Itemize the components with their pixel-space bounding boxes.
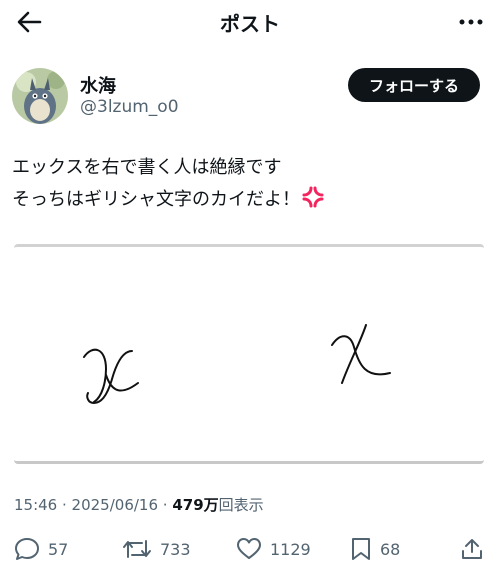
action-bar: 57 733 1129 68 — [0, 532, 500, 566]
heart-icon — [237, 538, 261, 559]
post-media-image[interactable] — [14, 244, 484, 464]
bookmark-icon — [352, 538, 370, 560]
greek-chi-glyph — [331, 324, 391, 384]
post-line-2-text: そっちはギリシャ文字のカイだよ！ — [12, 189, 300, 210]
bookmark-button[interactable]: 68 — [350, 532, 400, 566]
reply-count: 57 — [48, 539, 69, 559]
reply-button[interactable]: 57 — [14, 532, 68, 566]
meta-separator: · — [158, 496, 173, 514]
like-count: 1129 — [270, 539, 311, 559]
top-bar: ポスト — [0, 0, 500, 44]
like-button[interactable]: 1129 — [236, 532, 311, 566]
anger-symbol-icon — [302, 186, 324, 219]
author-display-name[interactable]: 水海 — [80, 72, 116, 98]
share-icon — [462, 539, 482, 559]
more-options-button[interactable] — [454, 8, 488, 36]
handwriting-illustration — [83, 324, 391, 405]
post-line-2: そっちはギリシャ文字のカイだよ！ — [12, 184, 482, 219]
repost-icon — [123, 540, 151, 558]
reply-bubble-icon — [15, 538, 39, 560]
author-handle[interactable]: @3lzum_o0 — [80, 97, 179, 117]
bookmark-count: 68 — [380, 539, 401, 559]
views-label: 回表示 — [218, 496, 264, 514]
share-button[interactable] — [460, 532, 492, 566]
meta-separator: · — [57, 496, 72, 514]
avatar-image — [12, 68, 68, 124]
views-count[interactable]: 479万 — [172, 496, 218, 514]
post-time: 15:46 — [14, 496, 58, 514]
repost-count: 733 — [160, 539, 191, 559]
repost-button[interactable]: 733 — [122, 532, 191, 566]
post-meta: 15:46 · 2025/06/16 · 479万回表示 — [14, 494, 264, 515]
post-line-1: エックスを右で書く人は絶縁です — [12, 157, 282, 178]
avatar[interactable] — [12, 68, 68, 124]
follow-button[interactable]: フォローする — [348, 68, 480, 102]
post-date: 2025/06/16 — [71, 496, 159, 514]
more-dots-icon — [459, 19, 483, 25]
page-title: ポスト — [220, 12, 280, 36]
script-x-glyph — [83, 348, 139, 405]
post-text: エックスを右で書く人は絶縁です そっちはギリシャ文字のカイだよ！ — [12, 152, 482, 219]
